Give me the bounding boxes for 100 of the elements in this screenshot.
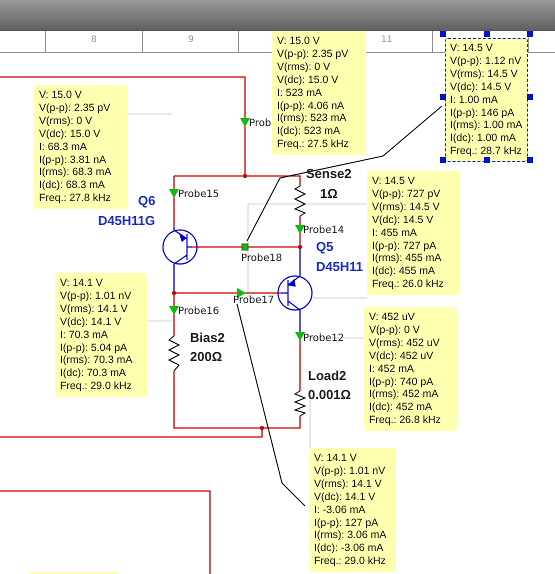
probe-label: Probe15 xyxy=(178,189,220,201)
readout-line: I(dc): -3.06 mA xyxy=(314,542,384,556)
readout-line: V(rms): 0 V xyxy=(277,60,332,74)
readout-line: V(dc): 14.5 V xyxy=(450,80,512,94)
probe-arrow-icon xyxy=(295,225,305,234)
component-name: Q5 xyxy=(316,239,334,254)
selection-handle[interactable] xyxy=(527,94,533,100)
component-name: Q6 xyxy=(138,193,156,208)
probe-label: Prob xyxy=(249,118,272,130)
readout-line: V: 15.0 V xyxy=(277,35,321,48)
component-value: D45H11 xyxy=(316,259,363,274)
selection-handle[interactable] xyxy=(440,94,446,100)
readout-line: I(rms): 70.3 mA xyxy=(60,354,134,368)
readout-line: V(p-p): 2.35 pV xyxy=(39,102,112,115)
readout-line: I: -3.06 mA xyxy=(314,504,366,517)
readout-line: I(rms): 523 mA xyxy=(277,112,348,126)
readout-line: V: 14.1 V xyxy=(60,277,104,290)
readout-line: V: 14.5 V xyxy=(450,42,494,55)
component-value: 1Ω xyxy=(320,186,338,201)
readout-line: I: 452 mA xyxy=(369,362,415,376)
readout-line: V(dc): 452 uV xyxy=(369,350,434,363)
probe-label: Probe18 xyxy=(241,253,282,265)
probe-readout[interactable]: V: 14.1 V V(p-p): 1.01 nV V(rms): 14.1 V V(dc): 14.1 V I: 70.3 mA I(p-p): 5.04 pA I(rms): 70.3 mA I(dc): 70.3 mA Freq.: 29.0 kHz xyxy=(55,273,147,398)
readout-line: V(p-p): 1.01 nV xyxy=(314,464,386,478)
readout-line: I(rms): 3.06 mA xyxy=(314,529,388,542)
readout-line: I: 523 mA xyxy=(277,86,323,100)
readout-line: V(rms): 14.1 V xyxy=(314,478,383,491)
readout-line: V(dc): 15.0 V xyxy=(277,74,340,87)
probe-label: Probe16 xyxy=(178,306,220,318)
readout-line: Freq.: 28.7 kHz xyxy=(450,145,523,158)
probe-readout[interactable]: V: 15.0 V V(p-p): 2.35 pV V(rms): 0 V V(dc): 15.0 V I: 523 mA I(p-p): 4.06 nA I(rms): 523 mA I(dc): 523 mA Freq.: 27.5 kHz xyxy=(272,31,366,156)
readout-line: I(p-p): 5.04 pA xyxy=(60,342,128,354)
readout-line: V(p-p): 1.12 nV xyxy=(450,54,522,68)
readout-line: I(dc): 70.3 mA xyxy=(60,367,127,380)
readout-line: I(dc): 455 mA xyxy=(372,265,436,278)
readout-line: V: 15.0 V xyxy=(39,89,83,102)
probe-readout[interactable]: V: 452 uV V(p-p): 0 V V(rms): 452 uV V(dc): 452 uV I: 452 mA I(p-p): 740 pA I(rms): 452 mA I(dc): 452 mA Freq.: 26.8 kHz xyxy=(364,307,457,432)
readout-line: I(dc): 1.00 mA xyxy=(450,132,517,146)
readout-line: I(rms): 68.3 mA xyxy=(39,166,112,180)
probe-arrow-icon xyxy=(169,306,179,315)
readout-line: V(rms): 452 uV xyxy=(369,336,441,350)
probe-readout[interactable]: V: 14.5 V V(p-p): 1.12 nV V(rms): 14.5 V V(dc): 14.5 V I: 1.00 mA I(p-p): 146 pA I(rms): 1.00 mA I(dc): 1.00 mA Freq.: 28.7 kHz xyxy=(445,38,528,162)
probe-square-icon xyxy=(242,244,248,250)
readout-line: V(dc): 14.1 V xyxy=(60,316,122,329)
readout-line: V(dc): 14.1 V xyxy=(314,490,376,504)
selection-handle[interactable] xyxy=(527,157,533,163)
readout-line: I(rms): 452 mA xyxy=(369,388,440,402)
readout-line: V(p-p): 727 pV xyxy=(372,188,442,201)
readout-line: V(p-p): 2.35 pV xyxy=(277,48,350,61)
readout-line: V(dc): 14.5 V xyxy=(372,214,434,227)
readout-line: Freq.: 27.8 kHz xyxy=(39,192,112,206)
probe-readout[interactable]: V: 14.5 V V(p-p): 727 pV V(rms): 14.5 V V(dc): 14.5 V I: 455 mA I(p-p): 727 pA I(rms): 455 mA I(dc): 455 mA Freq.: 26.0 kHz xyxy=(367,171,460,296)
resistor-symbol xyxy=(294,186,306,216)
readout-line: V(rms): 14.5 V xyxy=(372,200,441,214)
readout-line: Freq.: 29.0 kHz xyxy=(314,555,387,568)
readout-line: I(p-p): 127 pA xyxy=(314,516,380,530)
probe-arrow-icon xyxy=(169,189,179,198)
selection-handle[interactable] xyxy=(527,31,533,37)
readout-line: I(p-p): 146 pA xyxy=(450,106,516,120)
readout-line: I(p-p): 727 pA xyxy=(372,240,438,252)
probe-arrow-icon xyxy=(240,118,250,127)
transistor-symbol xyxy=(277,275,313,311)
component-value: 0.001Ω xyxy=(308,387,351,402)
probe-label: Probe14 xyxy=(303,225,344,237)
readout-line: I(dc): 68.3 mA xyxy=(39,179,106,192)
readout-line: Freq.: 27.5 kHz xyxy=(277,138,350,152)
readout-line: Freq.: 29.0 kHz xyxy=(60,380,133,394)
probe-readout[interactable]: V: 15.0 V V(p-p): 2.35 pV V(rms): 0 V V(dc): 15.0 V I: 68.3 mA I(p-p): 3.81 nA I(rms): 68.3 mA I(dc): 68.3 mA Freq.: 27.8 kHz xyxy=(34,85,127,210)
readout-line: I: 68.3 mA xyxy=(39,140,88,154)
probe-label: Probe17 xyxy=(233,295,274,307)
readout-line: I(p-p): 3.81 nA xyxy=(39,154,108,166)
component-name: Bias2 xyxy=(190,330,225,345)
probe-arrow-icon xyxy=(295,332,305,341)
readout-line: Freq.: 26.8 kHz xyxy=(369,414,442,428)
readout-line: Freq.: 26.0 kHz xyxy=(372,278,445,292)
readout-line: V(p-p): 1.01 nV xyxy=(60,290,132,303)
readout-line: V(dc): 15.0 V xyxy=(39,128,102,141)
component-value: 200Ω xyxy=(190,349,222,364)
resistor-symbol xyxy=(168,336,180,372)
readout-line: I(rms): 455 mA xyxy=(372,252,442,266)
readout-line: V: 452 uV xyxy=(369,311,416,324)
readout-line: I(p-p): 740 pA xyxy=(369,376,434,388)
readout-line: V(rms): 14.1 V xyxy=(60,302,129,316)
readout-line: I: 1.00 mA xyxy=(450,94,499,107)
readout-line: V: 14.1 V xyxy=(314,452,358,465)
probe-label: Probe12 xyxy=(303,333,344,345)
selection-handle[interactable] xyxy=(440,157,446,163)
readout-line: V(p-p): 0 V xyxy=(369,324,421,337)
ruler-label: 11 xyxy=(381,35,392,45)
readout-line: V(rms): 0 V xyxy=(39,114,94,128)
readout-line: I(rms): 1.00 mA xyxy=(450,119,524,132)
transistor-symbol xyxy=(162,229,198,265)
readout-line: I(p-p): 4.06 nA xyxy=(277,100,346,112)
readout-line: I(dc): 452 mA xyxy=(369,401,434,414)
selection-handle[interactable] xyxy=(440,31,446,37)
readout-line: V: 14.5 V xyxy=(372,175,416,188)
probe-readout[interactable]: V: 14.1 V V(p-p): 1.01 nV V(rms): 14.1 V V(dc): 14.1 V I: -3.06 mA I(p-p): 127 pA I(rms): 3.06 mA I(dc): -3.06 mA Freq.: 29.0 kHz xyxy=(309,448,396,572)
ruler-label: 9 xyxy=(188,35,194,45)
component-name: Sense2 xyxy=(306,166,352,181)
component-name: Load2 xyxy=(308,368,346,383)
